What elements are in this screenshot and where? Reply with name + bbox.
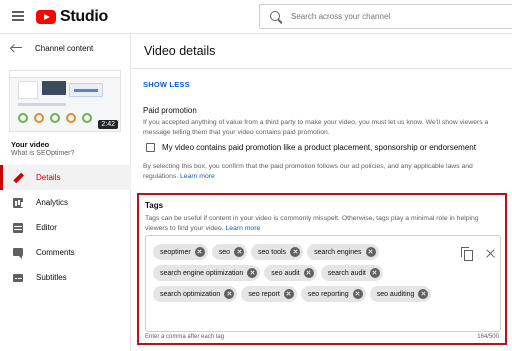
tags-input-field[interactable]: seoptimer seo seo tools search engines searc… [145,235,501,332]
brand-label: Studio [60,8,108,25]
tag-chip-label: search engines [314,248,362,256]
paid-promotion-title: Paid promotion [143,106,197,115]
page-title: Video details [144,44,216,58]
tag-chip[interactable]: seoptimer [153,244,208,260]
thumbnail-score-circle [18,113,28,123]
main-content: Video details SHOW LESS Paid promotion I… [132,34,512,351]
tag-chip-label: search optimization [160,290,221,298]
remove-tag-icon[interactable] [290,247,301,257]
show-less-button[interactable]: SHOW LESS [143,80,190,89]
sidebar-item-label: Subtitles [36,273,67,282]
sidebar-item-details[interactable]: Details [0,165,131,190]
tags-learn-more-link[interactable]: Learn more [225,225,260,232]
tags-section: Tags Tags can be useful if content in yo… [137,193,507,345]
tags-hint: Enter a comma after each tag [145,334,225,340]
your-video-label: Your video [11,140,50,149]
search-input[interactable] [291,12,491,21]
tag-chip[interactable]: search audit [320,265,383,281]
remove-tag-icon[interactable] [234,247,245,257]
editor-icon [12,222,24,234]
tag-chip-row: search engine optimization seo audit searc… [153,265,443,281]
divider [132,68,512,69]
remove-tag-icon[interactable] [303,268,314,278]
sidebar-item-subtitles[interactable]: Subtitles [0,265,131,290]
tag-chip[interactable]: seo [211,244,248,260]
youtube-play-icon [36,10,56,24]
thumbnail-bar [18,103,66,106]
remove-tag-icon[interactable] [418,289,429,299]
video-thumbnail[interactable]: 2:42 [9,70,121,132]
thumbnail-header [10,71,120,78]
remove-tag-icon[interactable] [224,289,235,299]
paid-promotion-checkbox-label[interactable]: My video contains paid promotion like a … [162,143,476,152]
back-label: Channel content [35,43,94,53]
sidebar-item-editor[interactable]: Editor [0,215,131,240]
thumbnail-score-circle [82,113,92,123]
tag-chip[interactable]: seo auditing [369,286,432,302]
remove-tag-icon[interactable] [365,247,376,257]
remove-tag-icon[interactable] [194,247,205,257]
thumbnail-card [18,81,38,99]
tag-chip[interactable]: search engine optimization [153,265,261,281]
learn-more-link[interactable]: Learn more [180,173,215,180]
tag-chip-label: search audit [327,269,366,277]
tag-chip-label: seo report [248,290,280,298]
video-duration: 2:42 [98,120,118,129]
sidebar: Channel content 2:42 Your video What is … [0,34,131,351]
remove-tag-icon[interactable] [283,289,294,299]
sidebar-item-comments[interactable]: Comments [0,240,131,265]
paid-promotion-note: By selecting this box, you confirm that … [143,162,503,181]
copy-icon[interactable] [461,247,473,261]
thumbnail-dark-panel [42,81,66,95]
comments-icon [12,247,24,259]
thumbnail-score-circle [66,113,76,123]
tag-chip-label: seo reporting [307,290,349,298]
thumbnail-blue-panel [69,83,103,97]
tag-chip[interactable]: search engines [307,244,379,260]
remove-tag-icon[interactable] [369,268,380,278]
top-bar: Studio [0,0,512,34]
sidebar-item-label: Comments [36,248,75,257]
remove-tag-icon[interactable] [352,289,363,299]
tag-chip-label: search engine optimization [160,269,244,277]
tag-chip-row: seoptimer seo seo tools search engines [153,244,443,260]
tag-chips: seoptimer seo seo tools search engines searc… [153,244,443,307]
tag-chip-label: seo [218,248,231,256]
sidebar-nav: Details Analytics Editor Comments Subtit… [0,165,131,290]
tag-chip-label: seo audit [271,269,300,277]
studio-logo[interactable]: Studio [36,8,108,26]
sidebar-item-label: Editor [36,223,57,232]
tags-character-count: 164/500 [477,334,499,340]
paid-promotion-checkbox[interactable] [146,143,155,152]
tag-chip[interactable]: seo tools [251,244,304,260]
close-icon[interactable] [485,248,496,259]
analytics-icon [12,197,24,209]
arrow-back-icon [11,42,23,54]
tag-chip[interactable]: seo reporting [300,286,366,302]
tags-description-text: Tags can be useful if content in your vi… [145,215,479,232]
tag-chip[interactable]: search optimization [153,286,238,302]
sidebar-item-label: Analytics [36,198,69,207]
tag-chip-row: search optimization seo report seo reporti… [153,286,443,302]
thumbnail-score-circle [50,113,60,123]
search-box[interactable] [259,4,512,29]
thumbnail-score-circle [34,113,44,123]
sidebar-item-analytics[interactable]: Analytics [0,190,131,215]
paid-promotion-description: If you accepted anything of value from a… [143,119,489,136]
remove-tag-icon[interactable] [247,268,258,278]
sidebar-item-label: Details [36,173,61,182]
tag-chip-label: seo auditing [376,290,415,298]
tags-title: Tags [145,201,164,210]
video-title: What is SEOptimer? [11,150,75,157]
pencil-icon [12,172,24,184]
tag-chip-label: seoptimer [160,248,191,256]
tag-chip-label: seo tools [258,248,287,256]
subtitles-icon [12,272,24,284]
search-icon [269,10,283,24]
tags-description: Tags can be useful if content in your vi… [145,214,501,233]
menu-icon[interactable] [12,11,24,21]
tag-chip[interactable]: seo audit [264,265,317,281]
back-to-channel-content[interactable]: Channel content [0,34,131,62]
tag-chip[interactable]: seo report [241,286,297,302]
